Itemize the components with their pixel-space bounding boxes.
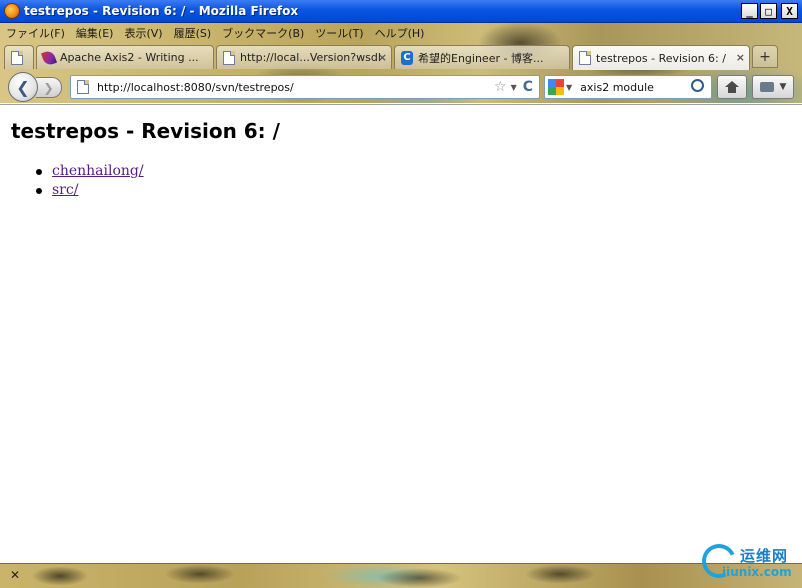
feather-icon [40,48,58,67]
tab-label: testrepos - Revision 6: / [596,51,726,65]
back-button[interactable]: ❮ [8,72,38,102]
page-icon [11,50,23,65]
status-bar: ✕ [0,563,802,588]
window-title: testrepos - Revision 6: / - Mozilla Fire… [24,4,299,18]
firefox-icon [4,3,20,19]
tab-label: Apache Axis2 - Writing ... [60,51,199,64]
navigation-toolbar: ❯ ❮ http://localhost:8080/svn/testrepos/… [0,69,802,103]
home-icon [725,81,739,93]
tab-label: 希望的Engineer - 博客... [418,51,544,65]
tab-blank[interactable] [4,45,34,69]
close-button[interactable]: X [781,3,798,19]
home-button[interactable] [717,75,747,99]
url-text[interactable]: http://localhost:8080/svn/testrepos/ [97,81,494,94]
list-item: src/ [36,182,144,201]
menu-edit[interactable]: 編集(E) [76,25,114,41]
watermark-logo: 运维网 iiunix.com [697,539,800,586]
search-icon[interactable] [689,77,709,97]
page-icon [223,50,235,65]
tab-apache-axis2[interactable]: Apache Axis2 - Writing ... [36,45,214,69]
window-controls: _ □ X [741,3,798,19]
menu-bar: ファイル(F) 編集(E) 表示(V) 履歴(S) ブックマーク(B) ツール(… [0,23,435,42]
tab-close-icon[interactable]: × [736,51,745,64]
search-engine-icon[interactable] [548,79,564,95]
menu-tools[interactable]: ツール(T) [315,25,363,41]
menu-view[interactable]: 表示(V) [124,25,162,41]
search-bar[interactable]: ▼ axis2 module [544,75,712,99]
maximize-button[interactable]: □ [760,3,777,19]
menu-history[interactable]: 履歴(S) [174,25,212,41]
watermark-text-en: iiunix.com [722,565,792,579]
reload-icon[interactable]: C [523,79,533,95]
bookmark-star-icon[interactable]: ☆ [494,79,507,95]
chevron-down-icon: ▼ [779,82,787,92]
directory-link-chenhailong[interactable]: chenhailong/ [52,163,144,179]
menu-bookmarks[interactable]: ブックマーク(B) [222,25,304,41]
new-tab-button[interactable]: + [752,45,778,68]
chevron-down-icon[interactable]: ▼ [566,83,572,92]
addon-button[interactable]: ▼ [752,75,794,99]
addon-icon [759,82,774,92]
page-icon [77,80,89,94]
minimize-button[interactable]: _ [741,3,758,19]
watermark-text-cn: 运维网 [740,547,789,565]
search-input[interactable]: axis2 module [580,81,689,94]
tab-close-icon[interactable]: × [378,51,387,64]
url-bar[interactable]: http://localhost:8080/svn/testrepos/ ☆ ▼… [70,75,540,99]
menu-file[interactable]: ファイル(F) [6,25,65,41]
tab-testrepos[interactable]: testrepos - Revision 6: / × [572,45,750,70]
list-item: chenhailong/ [36,163,144,182]
directory-list: chenhailong/ src/ [36,163,144,201]
close-icon[interactable]: ✕ [10,568,20,582]
window-titlebar[interactable]: testrepos - Revision 6: / - Mozilla Fire… [0,0,802,23]
tab-csdn-blog[interactable]: C 希望的Engineer - 博客... [394,45,570,69]
tab-label: http://local...Version?wsdl [240,51,381,64]
page-icon [579,51,591,65]
directory-link-src[interactable]: src/ [52,182,78,198]
forward-button[interactable]: ❯ [36,77,62,98]
page-title: testrepos - Revision 6: / [11,119,280,143]
menu-help[interactable]: ヘルプ(H) [375,25,425,41]
chevron-down-icon[interactable]: ▼ [511,83,517,92]
page-content: testrepos - Revision 6: / chenhailong/ s… [0,104,802,563]
tab-wsdl[interactable]: http://local...Version?wsdl × [216,45,392,69]
csdn-icon: C [401,50,413,65]
tab-bar: Apache Axis2 - Writing ... http://local.… [0,43,802,70]
